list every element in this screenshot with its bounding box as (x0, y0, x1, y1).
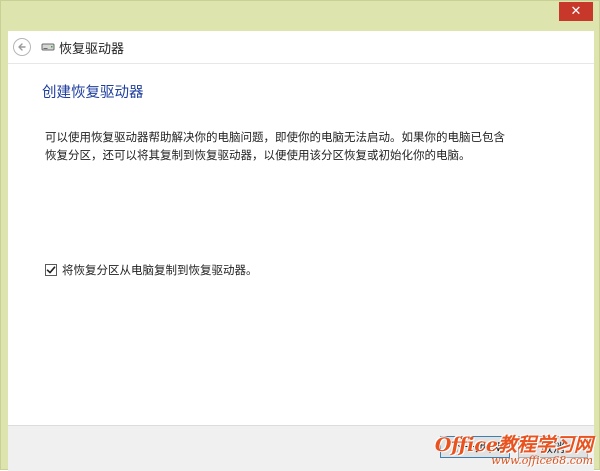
next-button[interactable]: 下一步(N) (440, 436, 510, 458)
footer-bar: 下一步(N) 取消 (8, 425, 594, 471)
checkmark-icon (46, 266, 56, 274)
back-button[interactable] (13, 38, 31, 56)
back-arrow-icon (18, 43, 26, 51)
drive-icon (41, 40, 55, 54)
recovery-drive-window: ✕ 恢复驱动器 创建恢复驱动器 可以使用恢复驱动器帮助解决你的电脑问题，即使你的… (0, 0, 600, 471)
window-header: 恢复驱动器 (8, 31, 594, 63)
close-icon: ✕ (570, 4, 582, 19)
window-title: 恢复驱动器 (59, 41, 125, 57)
cancel-button[interactable]: 取消 (518, 436, 588, 458)
page-title: 创建恢复驱动器 (42, 85, 144, 101)
copy-partition-option[interactable]: 将恢复分区从电脑复制到恢复驱动器。 (45, 262, 258, 278)
main-content: 创建恢复驱动器 可以使用恢复驱动器帮助解决你的电脑问题，即使你的电脑无法启动。如… (8, 63, 594, 425)
close-button[interactable]: ✕ (559, 2, 593, 21)
copy-partition-label: 将恢复分区从电脑复制到恢复驱动器。 (62, 263, 258, 277)
description-text: 可以使用恢复驱动器帮助解决你的电脑问题，即使你的电脑无法启动。如果你的电脑已包含… (45, 130, 505, 162)
copy-partition-checkbox[interactable] (45, 264, 57, 276)
